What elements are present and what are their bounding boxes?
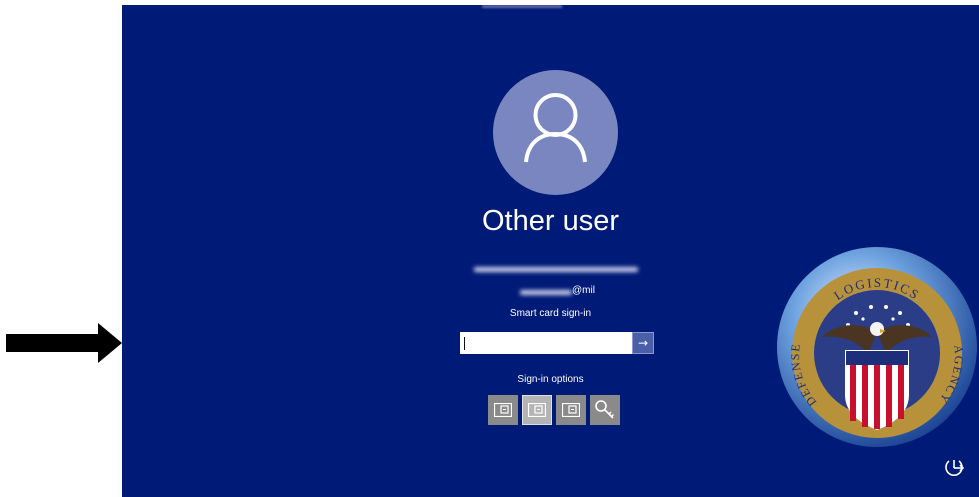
smart-card-icon bbox=[494, 403, 512, 417]
user-icon bbox=[524, 93, 587, 163]
blurred-top-text bbox=[482, 5, 562, 8]
smart-card-icon bbox=[528, 403, 546, 417]
user-avatar bbox=[493, 70, 618, 195]
sign-in-option-smart-card-2[interactable] bbox=[522, 395, 552, 425]
user-name: Other user bbox=[482, 205, 619, 237]
agency-seal-logo: LOGISTICS DEFENSE AGENCY bbox=[777, 247, 977, 447]
sign-in-option-smart-card-3[interactable] bbox=[556, 395, 586, 425]
ease-of-access-icon[interactable] bbox=[943, 457, 965, 479]
smart-card-icon bbox=[562, 403, 580, 417]
pointer-arrow-icon bbox=[6, 323, 122, 363]
text-caret bbox=[464, 336, 465, 350]
blurred-account-id bbox=[520, 290, 572, 295]
pin-input[interactable] bbox=[460, 332, 632, 354]
lock-screen: Other user @mil Smart card sign-in → Sig… bbox=[122, 5, 979, 497]
sign-in-option-key[interactable] bbox=[590, 395, 620, 425]
submit-button[interactable]: → bbox=[632, 332, 654, 354]
email-suffix: @mil bbox=[572, 285, 595, 296]
arrow-right-icon: → bbox=[637, 336, 649, 350]
blurred-account-name bbox=[474, 267, 638, 272]
page: Other user @mil Smart card sign-in → Sig… bbox=[0, 0, 979, 497]
key-icon bbox=[595, 400, 614, 419]
sign-in-option-smart-card-1[interactable] bbox=[488, 395, 518, 425]
